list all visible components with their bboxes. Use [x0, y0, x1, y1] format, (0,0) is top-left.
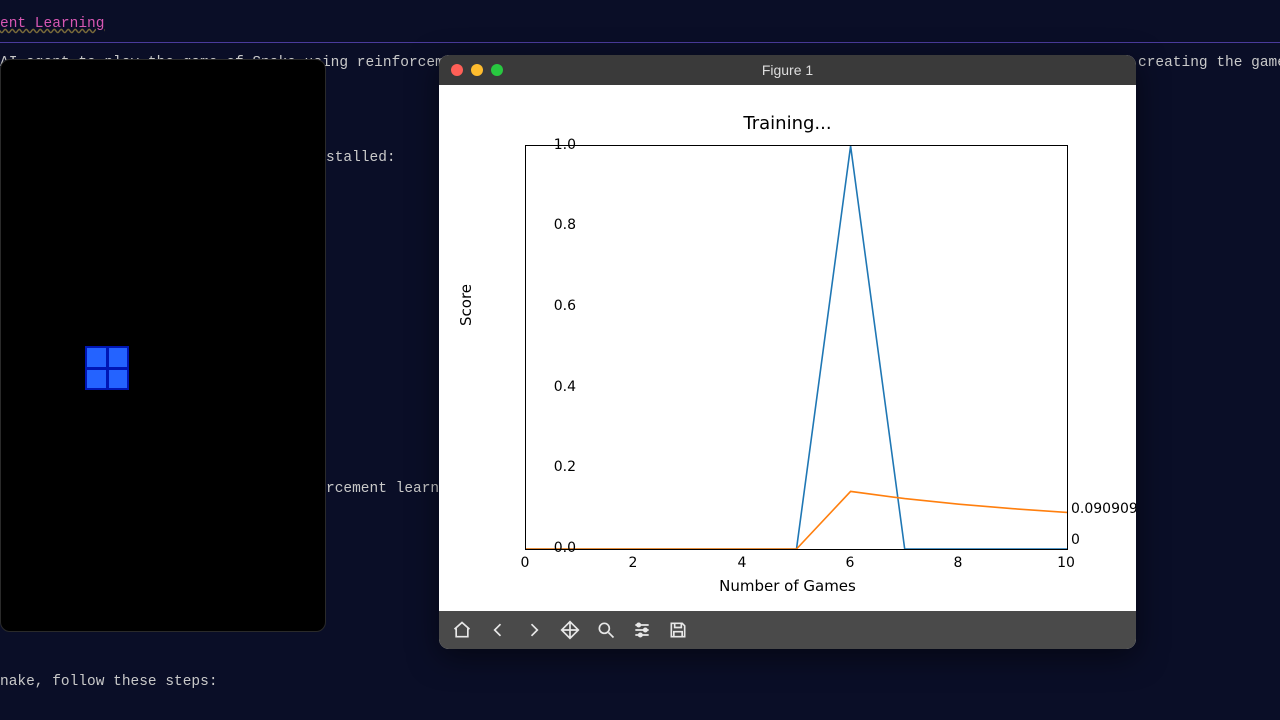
ytick-2: 0.4 — [554, 379, 576, 395]
bg-text-line1-right: creating the game — [1138, 55, 1280, 71]
ytick-5: 1.0 — [554, 137, 576, 153]
bg-text-steps: nake, follow these steps: — [0, 674, 218, 690]
back-icon[interactable] — [481, 614, 515, 646]
xtick-0: 0 — [521, 555, 530, 571]
snake-head — [85, 346, 129, 390]
chart-title: Training... — [439, 113, 1136, 134]
home-icon[interactable] — [445, 614, 479, 646]
save-icon[interactable] — [661, 614, 695, 646]
x-axis-label: Number of Games — [439, 577, 1136, 595]
y-axis-label: Score — [457, 284, 475, 326]
chart-axes — [525, 145, 1068, 550]
game-window — [0, 59, 326, 632]
xtick-3: 6 — [846, 555, 855, 571]
annotation-mean: 0.090909090 — [1071, 501, 1136, 517]
ytick-4: 0.8 — [554, 217, 576, 233]
chart-lines — [526, 146, 1067, 549]
pan-icon[interactable] — [553, 614, 587, 646]
heading-link[interactable]: ent Learning — [0, 16, 104, 32]
bg-text-stalled: stalled: — [326, 150, 396, 166]
xtick-1: 2 — [629, 555, 638, 571]
bg-text-rcement: rcement learni — [326, 481, 448, 497]
ytick-3: 0.6 — [554, 298, 576, 314]
forward-icon[interactable] — [517, 614, 551, 646]
ytick-0: 0.0 — [554, 540, 576, 556]
ytick-1: 0.2 — [554, 459, 576, 475]
figure-title: Figure 1 — [439, 62, 1136, 78]
xtick-2: 4 — [738, 555, 747, 571]
plot-area: Training... 0.0 0.2 0.4 0.6 0.8 1.0 0 2 … — [439, 85, 1136, 611]
figure-titlebar[interactable]: Figure 1 — [439, 55, 1136, 85]
figure-toolbar — [439, 611, 1136, 649]
divider — [0, 42, 1280, 43]
xtick-5: 10 — [1057, 555, 1075, 571]
zoom-icon[interactable] — [589, 614, 623, 646]
figure-window: Figure 1 Training... 0.0 0.2 0.4 0.6 0.8… — [439, 55, 1136, 649]
xtick-4: 8 — [954, 555, 963, 571]
configure-icon[interactable] — [625, 614, 659, 646]
annotation-score: 0 — [1071, 532, 1080, 548]
